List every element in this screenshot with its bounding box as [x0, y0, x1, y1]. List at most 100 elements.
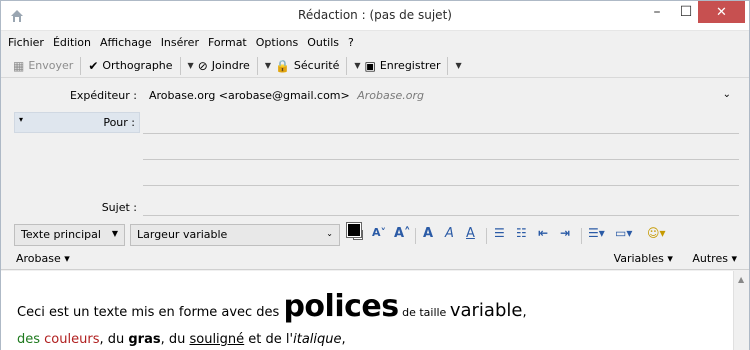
- menu-fichier[interactable]: Fichier: [8, 36, 44, 49]
- subject-input[interactable]: [143, 215, 739, 216]
- security-label: Sécurité: [293, 59, 340, 72]
- arobase-menu[interactable]: Arobase ▾: [16, 252, 70, 265]
- body-text-gras: gras: [128, 332, 161, 347]
- checkmark-icon: ✔: [88, 58, 99, 73]
- body-text: , du: [160, 332, 190, 347]
- from-row: Expéditeur : Arobase.org <arobase@gmail.…: [1, 85, 749, 107]
- body-text-polices: polices: [283, 289, 399, 324]
- text-color-swatch[interactable]: [347, 223, 361, 237]
- body-text-couleurs: couleurs: [44, 332, 100, 347]
- chevron-down-icon: ⌄: [326, 229, 333, 238]
- format-toolbar: Texte principal ▼ Largeur variable ⌄ A˅ …: [1, 220, 749, 250]
- window-title: Rédaction : (pas de sujet): [298, 8, 452, 22]
- send-label: Envoyer: [28, 59, 74, 72]
- body-text-green: des: [17, 332, 45, 347]
- spell-label: Orthographe: [102, 59, 173, 72]
- save-label: Enregistrer: [379, 59, 441, 72]
- bullet-list-icon[interactable]: ☰: [494, 226, 505, 240]
- menu-help[interactable]: ?: [348, 36, 354, 49]
- address-headers: Expéditeur : Arobase.org <arobase@gmail.…: [1, 85, 749, 218]
- message-body-editor[interactable]: Ceci est un texte mis en forme avec des …: [1, 271, 733, 350]
- paragraph-style-select[interactable]: Texte principal ▼: [14, 224, 125, 246]
- from-value: Arobase.org <arobase@gmail.com>: [149, 89, 350, 102]
- body-text: de taille: [398, 306, 450, 319]
- autres-label: Autres: [692, 252, 728, 265]
- bold-icon[interactable]: A: [423, 226, 433, 241]
- chevron-down-icon: ▼: [111, 229, 118, 238]
- arobase-label: Arobase: [16, 252, 61, 265]
- from-label: Expéditeur :: [69, 89, 137, 102]
- insert-image-icon[interactable]: ▭▾: [615, 226, 632, 240]
- compose-window: Rédaction : (pas de sujet) – ☐ ✕ Fichier…: [0, 0, 750, 350]
- from-alias: Arobase.org: [357, 89, 424, 102]
- toolbar-divider: [179, 56, 181, 75]
- toolbar-divider: [80, 56, 82, 75]
- toolbar-divider: [447, 56, 449, 75]
- outdent-icon[interactable]: ⇤: [538, 226, 548, 240]
- floppy-disk-icon: ▣: [364, 58, 376, 73]
- close-button[interactable]: ✕: [698, 1, 745, 23]
- italic-icon[interactable]: A: [445, 226, 454, 241]
- menu-edition[interactable]: Édition: [53, 36, 91, 49]
- save-button[interactable]: ▣ Enregistrer: [361, 55, 445, 77]
- toolbar-divider: [256, 56, 258, 75]
- variables-label: Variables: [613, 252, 664, 265]
- format-divider: [415, 228, 416, 244]
- compose-toolbar: ▦ Envoyer ✔ Orthographe ▼ ⊘ Joindre ▼ 🔒 …: [1, 54, 749, 78]
- smaller-font-icon[interactable]: A˅: [372, 226, 386, 239]
- smiley-icon[interactable]: ☺▾: [647, 226, 666, 240]
- recipient-line-3[interactable]: [143, 185, 739, 186]
- body-text: ,: [341, 332, 346, 347]
- send-icon: ▦: [13, 58, 25, 73]
- addon-bar: Arobase ▾ Variables ▾ Autres ▾: [1, 250, 749, 270]
- title-bar: Rédaction : (pas de sujet) – ☐ ✕: [1, 1, 749, 31]
- variables-menu[interactable]: Variables ▾: [606, 252, 673, 265]
- underline-icon[interactable]: A: [466, 226, 475, 241]
- format-divider: [486, 228, 487, 244]
- font-family-value: Largeur variable: [137, 228, 228, 241]
- body-text-italique: italique: [293, 332, 342, 347]
- security-button[interactable]: 🔒 Sécurité: [271, 55, 343, 77]
- indent-icon[interactable]: ⇥: [560, 226, 570, 240]
- larger-font-icon[interactable]: A˄: [394, 226, 411, 241]
- minimize-button[interactable]: –: [641, 1, 673, 23]
- paperclip-icon: ⊘: [197, 58, 208, 73]
- body-text: ,: [522, 305, 527, 320]
- format-divider: [581, 228, 582, 244]
- chevron-down-icon[interactable]: ⌄: [723, 89, 731, 100]
- autres-menu[interactable]: Autres ▾: [684, 252, 737, 265]
- menu-format[interactable]: Format: [208, 36, 247, 49]
- send-button[interactable]: ▦ Envoyer: [9, 55, 77, 77]
- body-line-2: des couleurs, du gras, du souligné et de…: [17, 332, 346, 347]
- scroll-up-icon[interactable]: ▲: [738, 275, 744, 284]
- body-text: , du: [99, 332, 129, 347]
- recipient-line-2[interactable]: [143, 159, 739, 160]
- subject-label: Sujet :: [101, 201, 137, 214]
- recipient-type-select[interactable]: ▾ Pour :: [14, 112, 140, 133]
- to-label: Pour :: [103, 116, 135, 129]
- numbered-list-icon[interactable]: ☷: [516, 226, 527, 240]
- dropdown-arrow-icon: ▾: [19, 115, 24, 124]
- recipient-line-1[interactable]: [143, 133, 739, 134]
- align-icon[interactable]: ☰▾: [588, 226, 605, 240]
- addon-right-group: Variables ▾ Autres ▾: [598, 252, 737, 265]
- toolbar-divider: [346, 56, 348, 75]
- menu-inserer[interactable]: Insérer: [161, 36, 199, 49]
- spell-button[interactable]: ✔ Orthographe: [84, 55, 176, 77]
- font-family-select[interactable]: Largeur variable ⌄: [130, 224, 340, 246]
- attach-button[interactable]: ⊘ Joindre: [194, 55, 254, 77]
- body-text-souligne: souligné: [189, 332, 245, 347]
- menu-outils[interactable]: Outils: [307, 36, 339, 49]
- body-line-1: Ceci est un texte mis en forme avec des …: [17, 289, 527, 324]
- body-text: et de l': [244, 332, 294, 347]
- vertical-scrollbar[interactable]: ▲: [733, 271, 749, 350]
- body-text: Ceci est un texte mis en forme avec des: [17, 305, 284, 320]
- menu-bar: Fichier Édition Affichage Insérer Format…: [1, 32, 749, 52]
- lock-icon: 🔒: [274, 58, 290, 73]
- paragraph-style-value: Texte principal: [21, 228, 101, 241]
- attach-label: Joindre: [211, 59, 250, 72]
- save-dropdown-icon[interactable]: ▼: [455, 61, 461, 70]
- menu-options[interactable]: Options: [256, 36, 298, 49]
- from-select[interactable]: Arobase.org <arobase@gmail.com> Arobase.…: [149, 89, 424, 102]
- menu-affichage[interactable]: Affichage: [100, 36, 152, 49]
